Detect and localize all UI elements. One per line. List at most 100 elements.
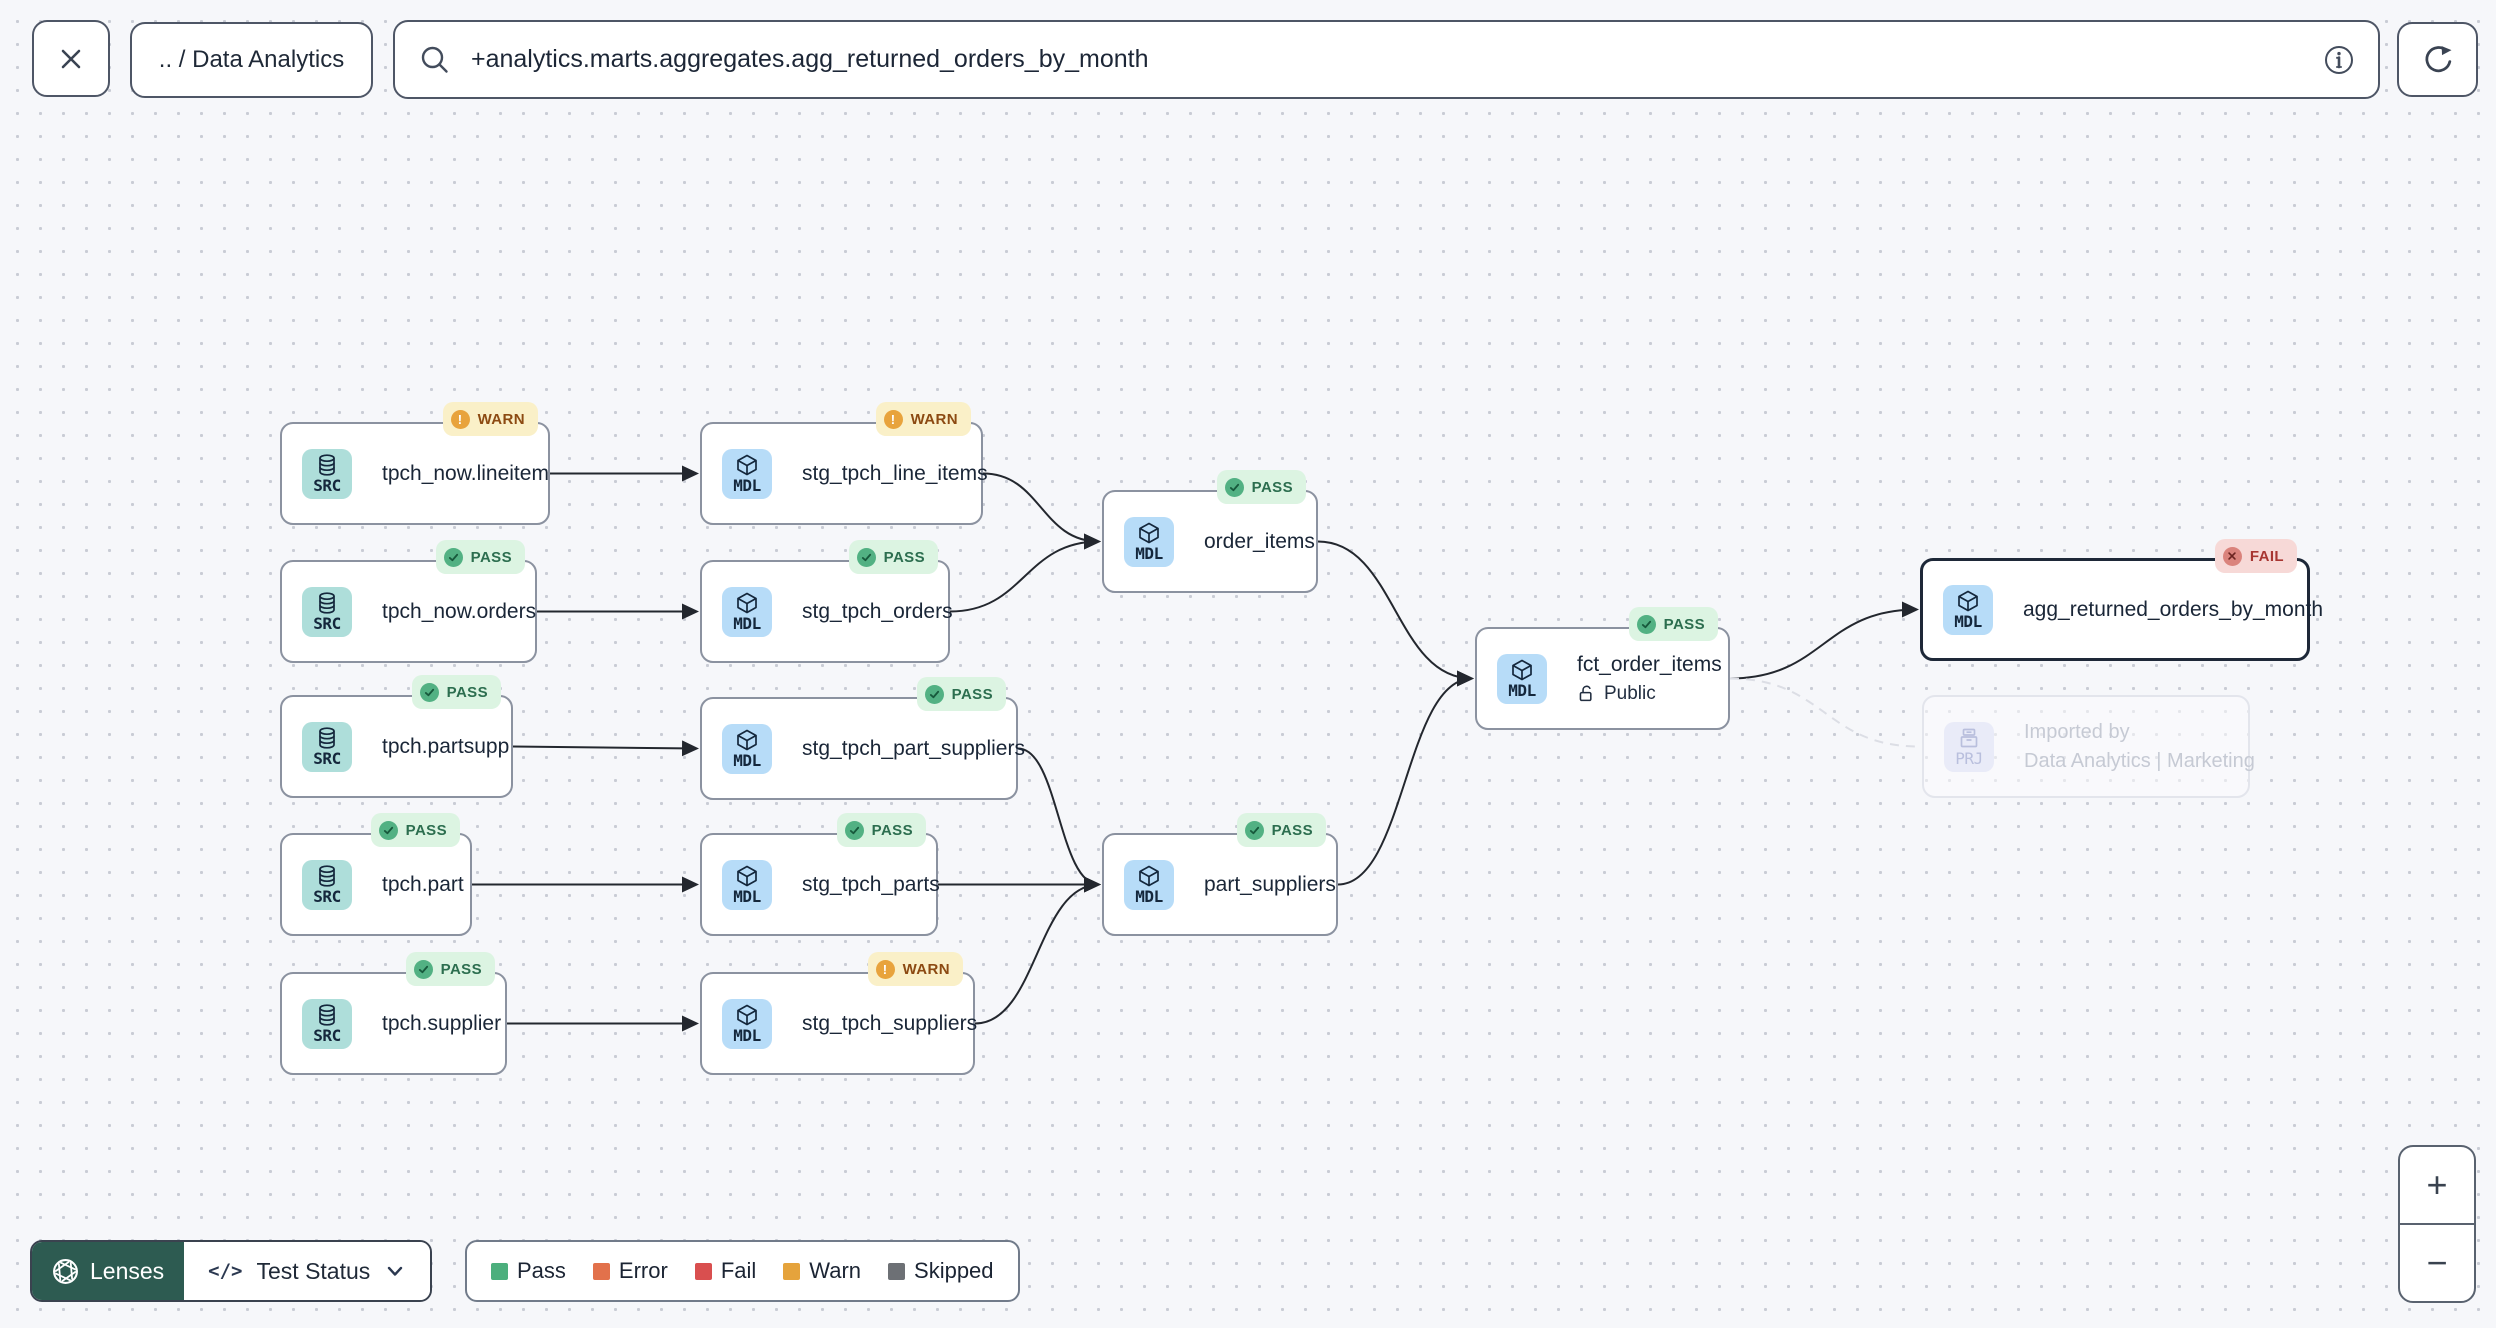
node-label: tpch.supplier xyxy=(382,1011,502,1035)
cube-icon xyxy=(1139,522,1159,544)
database-icon xyxy=(319,865,335,887)
src-tile: SRC xyxy=(302,859,352,910)
graph-node-stg-tpch-suppliers[interactable]: MDL stg_tpch_suppliers ! WARN xyxy=(700,952,978,1075)
open-padlock-icon xyxy=(1579,685,1592,702)
check-icon xyxy=(1249,826,1259,834)
legend-item-pass: Pass xyxy=(491,1258,566,1284)
search-input[interactable]: +analytics.marts.aggregates.agg_returned… xyxy=(471,45,2304,74)
graph-node-tpch-partsupp[interactable]: SRC tpch.partsupp PASS xyxy=(280,675,513,798)
check-icon xyxy=(929,690,939,698)
check-icon xyxy=(861,553,871,561)
node-kind-label: SRC xyxy=(313,476,341,495)
cube-icon xyxy=(1512,659,1532,681)
lens-selected-label: Test Status xyxy=(256,1257,371,1284)
node-label: tpch.part xyxy=(382,872,464,896)
node-kind-label: SRC xyxy=(313,614,341,633)
legend-swatch xyxy=(491,1262,508,1280)
lineage-edges-layer xyxy=(472,465,1920,1032)
status-badge-pass: PASS xyxy=(405,952,495,986)
mdl-tile: MDL xyxy=(722,586,772,637)
lenses-button[interactable]: Lenses xyxy=(32,1242,185,1300)
check-icon xyxy=(1229,483,1239,491)
status-badge-pass: PASS xyxy=(435,540,525,574)
graph-node-imported-by[interactable]: PRJ Imported by Data Analytics | Marketing xyxy=(1922,695,2255,798)
zoom-in-button[interactable]: + xyxy=(2400,1147,2474,1225)
mdl-tile: MDL xyxy=(722,723,772,774)
legend-item-skipped: Skipped xyxy=(888,1258,994,1284)
node-label: stg_tpch_suppliers xyxy=(802,1011,978,1035)
close-button[interactable] xyxy=(32,20,110,97)
cube-icon xyxy=(1139,865,1159,887)
graph-node-tpch-now-orders[interactable]: SRC tpch_now.orders PASS xyxy=(280,540,537,663)
node-kind-label: MDL xyxy=(733,614,761,633)
status-badge-pass: PASS xyxy=(1628,607,1718,641)
node-label: tpch_now.lineitem xyxy=(382,461,549,485)
graph-node-stg-tpch-orders[interactable]: MDL stg_tpch_orders PASS xyxy=(700,540,953,663)
graph-node-tpch-part[interactable]: SRC tpch.part PASS xyxy=(280,813,472,936)
mdl-tile: MDL xyxy=(1497,653,1547,704)
graph-node-fct-order-items[interactable]: MDL fct_order_items Public PASS xyxy=(1475,607,1730,730)
chevron-down-icon xyxy=(384,1260,406,1282)
node-kind-label: MDL xyxy=(1135,544,1163,563)
cube-icon xyxy=(737,865,757,887)
cube-icon xyxy=(737,592,757,614)
lens-selector[interactable]: </> Test Status xyxy=(184,1242,431,1300)
graph-node-tpch-now-lineitem[interactable]: SRC tpch_now.lineitem ! WARN xyxy=(280,402,550,525)
node-kind-label: SRC xyxy=(313,749,341,768)
src-tile: SRC xyxy=(302,586,352,637)
src-tile: SRC xyxy=(302,721,352,772)
refresh-button[interactable] xyxy=(2397,22,2478,97)
edge-stg_tpch_orders-to-order_items xyxy=(949,533,1101,613)
graph-node-stg-tpch-parts[interactable]: MDL stg_tpch_parts PASS xyxy=(700,813,940,936)
breadcrumb[interactable]: .. / Data Analytics xyxy=(130,22,373,98)
graph-node-order-items[interactable]: MDL order_items PASS xyxy=(1102,470,1318,593)
mdl-tile: MDL xyxy=(1124,516,1174,567)
mdl-tile: MDL xyxy=(722,859,772,910)
exclamation-icon: ! xyxy=(882,961,888,977)
graph-node-part-suppliers[interactable]: MDL part_suppliers PASS xyxy=(1102,813,1338,936)
node-label: stg_tpch_parts xyxy=(802,872,940,896)
cube-icon xyxy=(737,1004,757,1026)
node-kind-label: MDL xyxy=(1508,681,1536,700)
legend-item-error: Error xyxy=(592,1258,668,1284)
check-icon xyxy=(383,826,393,834)
edge-fct_order_items-to-agg_returned_orders_by_month xyxy=(1729,601,1919,680)
zoom-out-button[interactable]: − xyxy=(2400,1225,2474,1301)
node-label: tpch.partsupp xyxy=(382,734,510,758)
test-status-legend: Pass Error Fail Warn Skipped xyxy=(465,1240,1020,1302)
status-badge-pass: PASS xyxy=(370,813,460,847)
node-label: order_items xyxy=(1204,529,1315,553)
node-kind-label: SRC xyxy=(313,887,341,906)
edge-part_suppliers-to-fct_order_items xyxy=(1337,670,1474,886)
cube-icon xyxy=(737,729,757,751)
info-icon[interactable] xyxy=(2324,45,2354,75)
graph-node-tpch-supplier[interactable]: SRC tpch.supplier PASS xyxy=(280,952,507,1075)
check-icon xyxy=(424,688,434,696)
edge-fct_order_items-to-imported_by xyxy=(1729,677,1920,748)
check-icon xyxy=(448,553,458,561)
status-badge-pass: PASS xyxy=(836,813,926,847)
status-badge-pass: PASS xyxy=(848,540,938,574)
search-bar[interactable]: +analytics.marts.aggregates.agg_returned… xyxy=(393,20,2380,99)
legend-swatch xyxy=(783,1262,801,1280)
database-icon xyxy=(319,454,335,476)
mdl-tile: MDL xyxy=(722,998,772,1049)
x-icon xyxy=(2228,552,2237,560)
archive-box-icon xyxy=(1960,728,1978,748)
edge-tpch.partsupp-to-stg_tpch_part_suppliers xyxy=(512,740,699,757)
node-kind-label: MDL xyxy=(733,751,761,770)
node-label: agg_returned_orders_by_month xyxy=(2023,597,2324,621)
edge-stg_tpch_line_items-to-order_items xyxy=(982,472,1101,550)
code-icon: </> xyxy=(208,1260,243,1282)
exclamation-icon: ! xyxy=(890,411,896,427)
status-badge-pass: PASS xyxy=(1236,813,1326,847)
node-kind-label: MDL xyxy=(1135,887,1163,906)
graph-node-stg-tpch-part-suppliers[interactable]: MDL stg_tpch_part_suppliers PASS xyxy=(700,677,1025,800)
edge-stg_tpch_suppliers-to-part_suppliers xyxy=(974,876,1101,1025)
node-kind-label: MDL xyxy=(733,476,761,495)
graph-node-agg-returned-orders-by-month[interactable]: MDL agg_returned_orders_by_month FAIL xyxy=(1920,539,2323,661)
lens-control: Lenses </> Test Status xyxy=(30,1240,433,1302)
database-icon xyxy=(319,727,335,749)
graph-node-stg-tpch-line-items[interactable]: MDL stg_tpch_line_items ! WARN xyxy=(700,402,988,525)
node-label: stg_tpch_orders xyxy=(802,599,953,623)
